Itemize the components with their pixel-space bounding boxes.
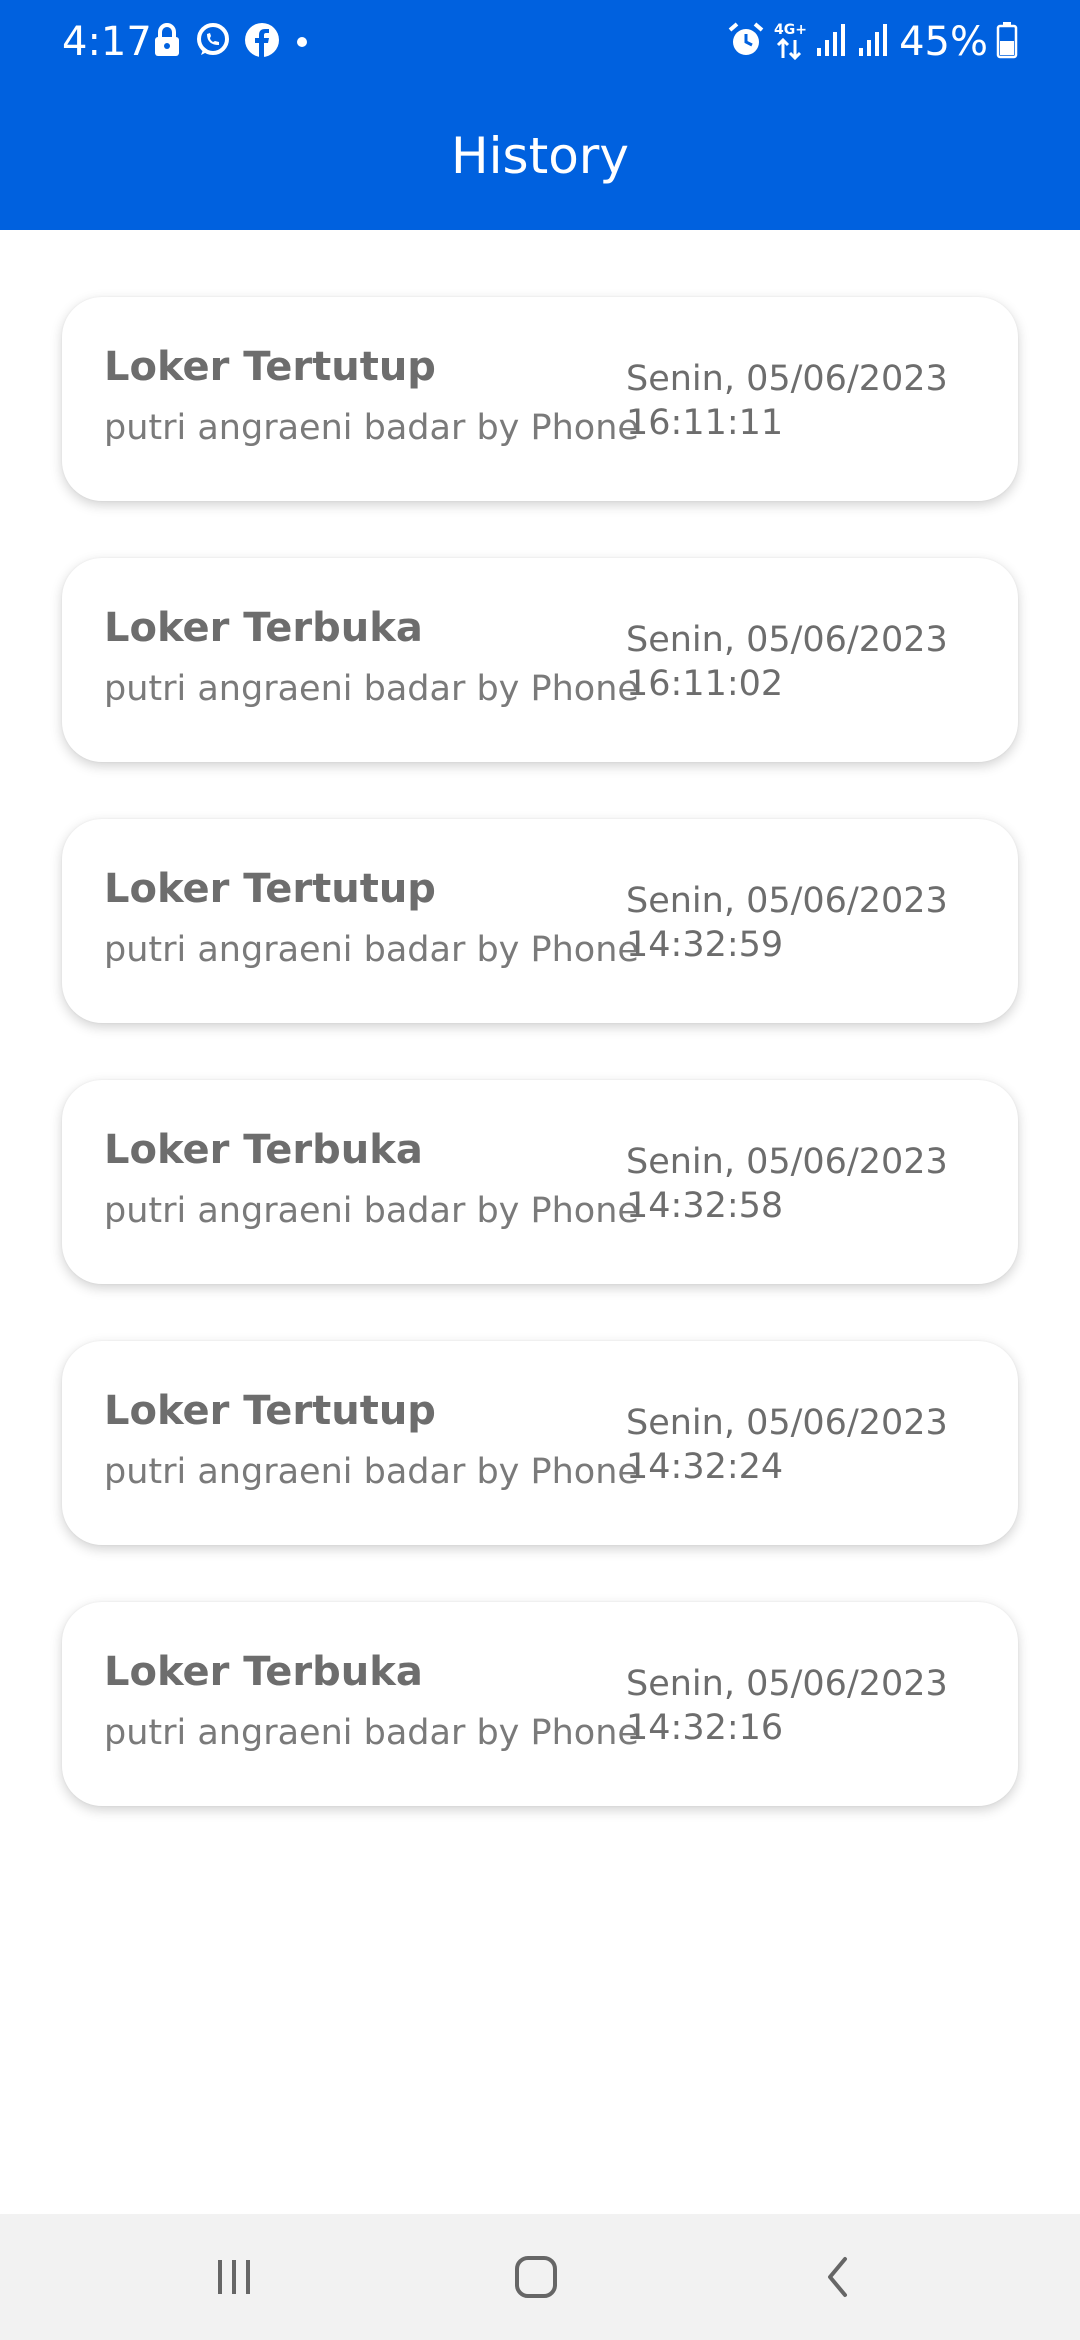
history-item-title: Loker Terbuka bbox=[104, 1127, 423, 1173]
history-item[interactable]: Loker Terbuka putri angraeni badar by Ph… bbox=[62, 1602, 1018, 1806]
history-item-date: Senin, 05/06/2023 bbox=[626, 620, 948, 660]
history-item-timestamp: Senin, 05/06/2023 14:32:24 bbox=[626, 1401, 986, 1489]
history-item-timestamp: Senin, 05/06/2023 14:32:16 bbox=[626, 1662, 986, 1750]
history-item-subtitle: putri angraeni badar by Phone bbox=[104, 930, 639, 970]
lock-icon bbox=[152, 22, 182, 62]
navigation-bar bbox=[0, 2214, 1080, 2340]
history-item-info: Loker Tertutup putri angraeni badar by P… bbox=[104, 341, 664, 451]
history-item-info: Loker Terbuka putri angraeni badar by Ph… bbox=[104, 602, 664, 712]
history-item[interactable]: Loker Tertutup putri angraeni badar by P… bbox=[62, 819, 1018, 1023]
history-item-title: Loker Tertutup bbox=[104, 866, 436, 912]
recent-apps-icon[interactable] bbox=[174, 2232, 294, 2322]
history-item-timestamp: Senin, 05/06/2023 16:11:02 bbox=[626, 618, 986, 706]
history-item-timestamp: Senin, 05/06/2023 14:32:58 bbox=[626, 1140, 986, 1228]
history-item-info: Loker Tertutup putri angraeni badar by P… bbox=[104, 1385, 664, 1495]
alarm-icon bbox=[727, 21, 765, 63]
battery-percent: 45% bbox=[899, 19, 988, 65]
app-header: 4:17 4G+ 45% History bbox=[0, 0, 1080, 230]
history-item-info: Loker Tertutup putri angraeni badar by P… bbox=[104, 863, 664, 973]
back-icon[interactable] bbox=[778, 2232, 898, 2322]
history-item-subtitle: putri angraeni badar by Phone bbox=[104, 1713, 639, 1753]
history-item-subtitle: putri angraeni badar by Phone bbox=[104, 669, 639, 709]
history-item-date: Senin, 05/06/2023 bbox=[626, 1664, 948, 1704]
history-item-date: Senin, 05/06/2023 bbox=[626, 881, 948, 921]
status-time: 4:17 bbox=[62, 19, 152, 65]
history-item-title: Loker Tertutup bbox=[104, 1388, 436, 1434]
facebook-icon bbox=[244, 22, 280, 62]
dot-icon bbox=[292, 22, 312, 62]
signal-icon bbox=[815, 22, 849, 62]
network-4g-icon: 4G+ bbox=[773, 20, 807, 64]
history-item-info: Loker Terbuka putri angraeni badar by Ph… bbox=[104, 1124, 664, 1234]
history-item-info: Loker Terbuka putri angraeni badar by Ph… bbox=[104, 1646, 664, 1756]
history-item-timestamp: Senin, 05/06/2023 14:32:59 bbox=[626, 879, 986, 967]
history-item-timestamp: Senin, 05/06/2023 16:11:11 bbox=[626, 357, 986, 445]
history-item-subtitle: putri angraeni badar by Phone bbox=[104, 1452, 639, 1492]
history-item-time: 14:32:58 bbox=[626, 1186, 784, 1226]
svg-text:4G+: 4G+ bbox=[774, 22, 807, 38]
history-item-subtitle: putri angraeni badar by Phone bbox=[104, 1191, 639, 1231]
system-status-icons: 4G+ 45% bbox=[727, 14, 1018, 70]
history-item-title: Loker Tertutup bbox=[104, 344, 436, 390]
battery-icon bbox=[996, 21, 1018, 63]
history-item-date: Senin, 05/06/2023 bbox=[626, 1142, 948, 1182]
history-item-time: 14:32:24 bbox=[626, 1447, 784, 1487]
history-item[interactable]: Loker Terbuka putri angraeni badar by Ph… bbox=[62, 1080, 1018, 1284]
history-item-subtitle: putri angraeni badar by Phone bbox=[104, 408, 639, 448]
signal-icon bbox=[857, 22, 891, 62]
history-item-time: 14:32:16 bbox=[626, 1708, 784, 1748]
history-item-time: 16:11:02 bbox=[626, 664, 784, 704]
history-item-time: 14:32:59 bbox=[626, 925, 784, 965]
page-title: History bbox=[451, 127, 629, 185]
history-list: Loker Tertutup putri angraeni badar by P… bbox=[62, 297, 1018, 1863]
status-bar: 4:17 4G+ 45% bbox=[0, 0, 1080, 84]
home-icon[interactable] bbox=[476, 2232, 596, 2322]
whatsapp-icon bbox=[194, 21, 232, 63]
notification-icons bbox=[152, 20, 312, 64]
history-item-title: Loker Terbuka bbox=[104, 1649, 423, 1695]
history-item[interactable]: Loker Tertutup putri angraeni badar by P… bbox=[62, 297, 1018, 501]
history-item-date: Senin, 05/06/2023 bbox=[626, 359, 948, 399]
history-item-time: 16:11:11 bbox=[626, 403, 784, 443]
history-item-date: Senin, 05/06/2023 bbox=[626, 1403, 948, 1443]
history-item[interactable]: Loker Terbuka putri angraeni badar by Ph… bbox=[62, 558, 1018, 762]
history-item-title: Loker Terbuka bbox=[104, 605, 423, 651]
history-item[interactable]: Loker Tertutup putri angraeni badar by P… bbox=[62, 1341, 1018, 1545]
